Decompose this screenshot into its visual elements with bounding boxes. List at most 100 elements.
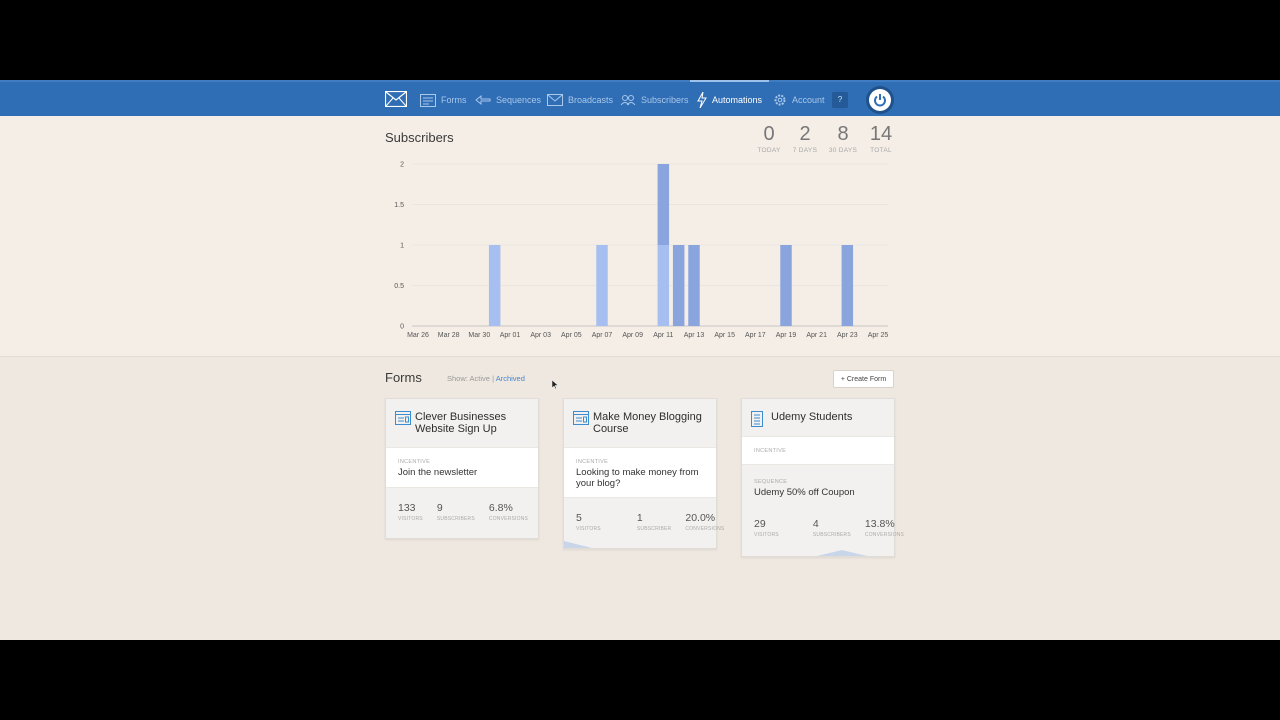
x-tick-label: Apr 13 bbox=[684, 332, 705, 339]
show-label: Show: bbox=[447, 374, 468, 383]
nav-subscribers[interactable]: Subscribers bbox=[620, 90, 689, 110]
visitors-stat: 29 VISITORS bbox=[754, 518, 779, 538]
filter-archived-link[interactable]: Archived bbox=[496, 374, 525, 383]
stat-30-days: 8 30 DAYS bbox=[826, 122, 860, 154]
stat-30-days-label: 30 DAYS bbox=[828, 147, 858, 154]
x-tick-label: Apr 01 bbox=[500, 332, 521, 339]
form-card[interactable]: Make Money Blogging Course INCENTIVE Loo… bbox=[563, 398, 724, 549]
nav-subscribers-label: Subscribers bbox=[641, 95, 689, 105]
nav-sequences[interactable]: Sequences bbox=[475, 90, 541, 110]
gear-icon bbox=[774, 94, 786, 106]
form-card[interactable]: Udemy Students INCENTIVE SEQUENCE Udemy … bbox=[741, 398, 904, 557]
x-tick-label: Apr 17 bbox=[745, 332, 766, 339]
subscribers-stat: 4 SUBSCRIBERS bbox=[812, 518, 851, 538]
form-card-title: Udemy Students bbox=[771, 411, 853, 423]
form-card-header: Clever Businesses Website Sign Up bbox=[386, 399, 538, 447]
nav-account[interactable]: Account bbox=[773, 90, 825, 110]
subscribers-title: Subscribers bbox=[385, 130, 454, 145]
y-tick-label: 1 bbox=[400, 243, 404, 250]
y-tick-label: 2 bbox=[400, 162, 404, 169]
x-tick-label: Apr 15 bbox=[714, 332, 735, 339]
subscribers-icon bbox=[620, 95, 636, 106]
envelope-logo-icon[interactable] bbox=[385, 91, 407, 107]
stat-7-days-value: 2 bbox=[799, 123, 811, 145]
sparkline-fragment bbox=[817, 550, 867, 556]
incentive-label: INCENTIVE bbox=[398, 459, 431, 465]
conversions-stat: 20.0% CONVERSIONS bbox=[685, 512, 725, 532]
stat-today-value: 0 bbox=[763, 123, 775, 145]
mouse-cursor-icon bbox=[552, 380, 558, 389]
x-tick-label: Apr 09 bbox=[622, 332, 643, 339]
visitors-stat: 5 VISITORS bbox=[576, 512, 601, 532]
y-tick-label: 0.5 bbox=[394, 283, 404, 290]
stat-30-days-value: 8 bbox=[837, 123, 849, 145]
help-button[interactable]: ? bbox=[832, 92, 848, 108]
x-tick-label: Mar 30 bbox=[468, 332, 490, 339]
stat-total-value: 14 bbox=[869, 123, 893, 145]
top-navigation: Forms Sequences Broadcasts Subscribers A… bbox=[0, 80, 1280, 116]
stat-today: 0 TODAY bbox=[756, 122, 782, 154]
nav-forms[interactable]: Forms bbox=[420, 90, 467, 110]
chart-bar bbox=[688, 245, 700, 326]
conversions-stat: 13.8% CONVERSIONS bbox=[864, 518, 905, 538]
chart-bar bbox=[657, 164, 670, 245]
x-tick-label: Apr 07 bbox=[592, 332, 613, 339]
y-tick-label: 0 bbox=[400, 324, 404, 331]
nav-automations-label: Automations bbox=[712, 95, 763, 105]
lightning-icon bbox=[697, 92, 707, 108]
nav-broadcasts-label: Broadcasts bbox=[568, 95, 614, 105]
create-form-button[interactable]: + Create Form bbox=[833, 370, 894, 388]
form-icon bbox=[573, 411, 589, 425]
nav-account-label: Account bbox=[792, 95, 825, 105]
stat-today-label: TODAY bbox=[757, 147, 781, 154]
subscribers-chart: 0 0.5 1 1.5 2 Mar 26 Mar 28 Mar 30 Apr 01 Apr 03 A… bbox=[394, 162, 888, 340]
incentive-value: Join the newsletter bbox=[398, 467, 478, 478]
form-card-title: Clever Businesses Website Sign Up bbox=[415, 411, 507, 435]
subscribers-panel: Subscribers 0 TODAY 2 7 DAYS 8 30 DAYS 1… bbox=[0, 116, 1280, 357]
sparkline-fragment bbox=[564, 541, 592, 548]
logout-button[interactable] bbox=[866, 86, 894, 114]
x-tick-label: Apr 03 bbox=[530, 332, 551, 339]
power-icon bbox=[874, 94, 886, 107]
landing-page-icon bbox=[751, 411, 763, 427]
form-card-header: Udemy Students bbox=[742, 399, 894, 436]
broadcasts-icon bbox=[547, 94, 563, 106]
app-window: Forms Sequences Broadcasts Subscribers A… bbox=[0, 80, 1280, 640]
nav-broadcasts[interactable]: Broadcasts bbox=[547, 90, 613, 110]
x-tick-label: Apr 21 bbox=[806, 332, 827, 339]
form-card-header: Make Money Blogging Course bbox=[564, 399, 716, 447]
subscribers-stat: 9 SUBSCRIBERS bbox=[436, 502, 475, 522]
sequences-icon bbox=[475, 94, 491, 106]
form-icon bbox=[395, 411, 411, 425]
x-tick-label: Apr 11 bbox=[653, 332, 673, 339]
chart-bar bbox=[780, 245, 792, 326]
y-tick-label: 1.5 bbox=[394, 202, 404, 209]
form-card-stats: 133 VISITORS 9 SUBSCRIBERS 6.8% CONVERSIONS bbox=[386, 488, 538, 538]
x-tick-label: Mar 28 bbox=[438, 332, 460, 339]
incentive-label: INCENTIVE bbox=[576, 459, 609, 465]
forms-icon bbox=[420, 93, 436, 107]
sequence-label: SEQUENCE bbox=[754, 479, 788, 485]
filter-active-link[interactable]: Active bbox=[470, 374, 490, 383]
conversions-stat: 6.8% CONVERSIONS bbox=[488, 502, 529, 522]
x-tick-label: Mar 26 bbox=[407, 332, 429, 339]
stat-7-days-label: 7 DAYS bbox=[792, 147, 818, 154]
nav-forms-label: Forms bbox=[441, 95, 467, 105]
form-card[interactable]: Clever Businesses Website Sign Up INCENT… bbox=[385, 398, 539, 539]
active-nav-indicator bbox=[690, 80, 769, 82]
form-card-sequence: SEQUENCE Udemy 50% off Coupon bbox=[742, 465, 894, 506]
forms-title: Forms bbox=[385, 370, 422, 385]
incentive-value: Looking to make money from your blog? bbox=[576, 467, 699, 489]
chart-bar bbox=[657, 245, 670, 326]
incentive-label: INCENTIVE bbox=[754, 448, 787, 454]
stat-total-label: TOTAL bbox=[870, 147, 892, 154]
form-card-incentive: INCENTIVE bbox=[742, 436, 894, 465]
form-card-incentive: INCENTIVE Join the newsletter bbox=[386, 447, 538, 488]
x-tick-label: Apr 05 bbox=[561, 332, 582, 339]
subscribers-stat: 1 SUBSCRIBER bbox=[636, 512, 672, 532]
form-card-title: Make Money Blogging Course bbox=[593, 411, 702, 435]
nav-automations[interactable]: Automations bbox=[697, 90, 762, 110]
filter-separator: | bbox=[492, 374, 495, 383]
chart-bar bbox=[841, 245, 854, 326]
nav-sequences-label: Sequences bbox=[496, 95, 542, 105]
